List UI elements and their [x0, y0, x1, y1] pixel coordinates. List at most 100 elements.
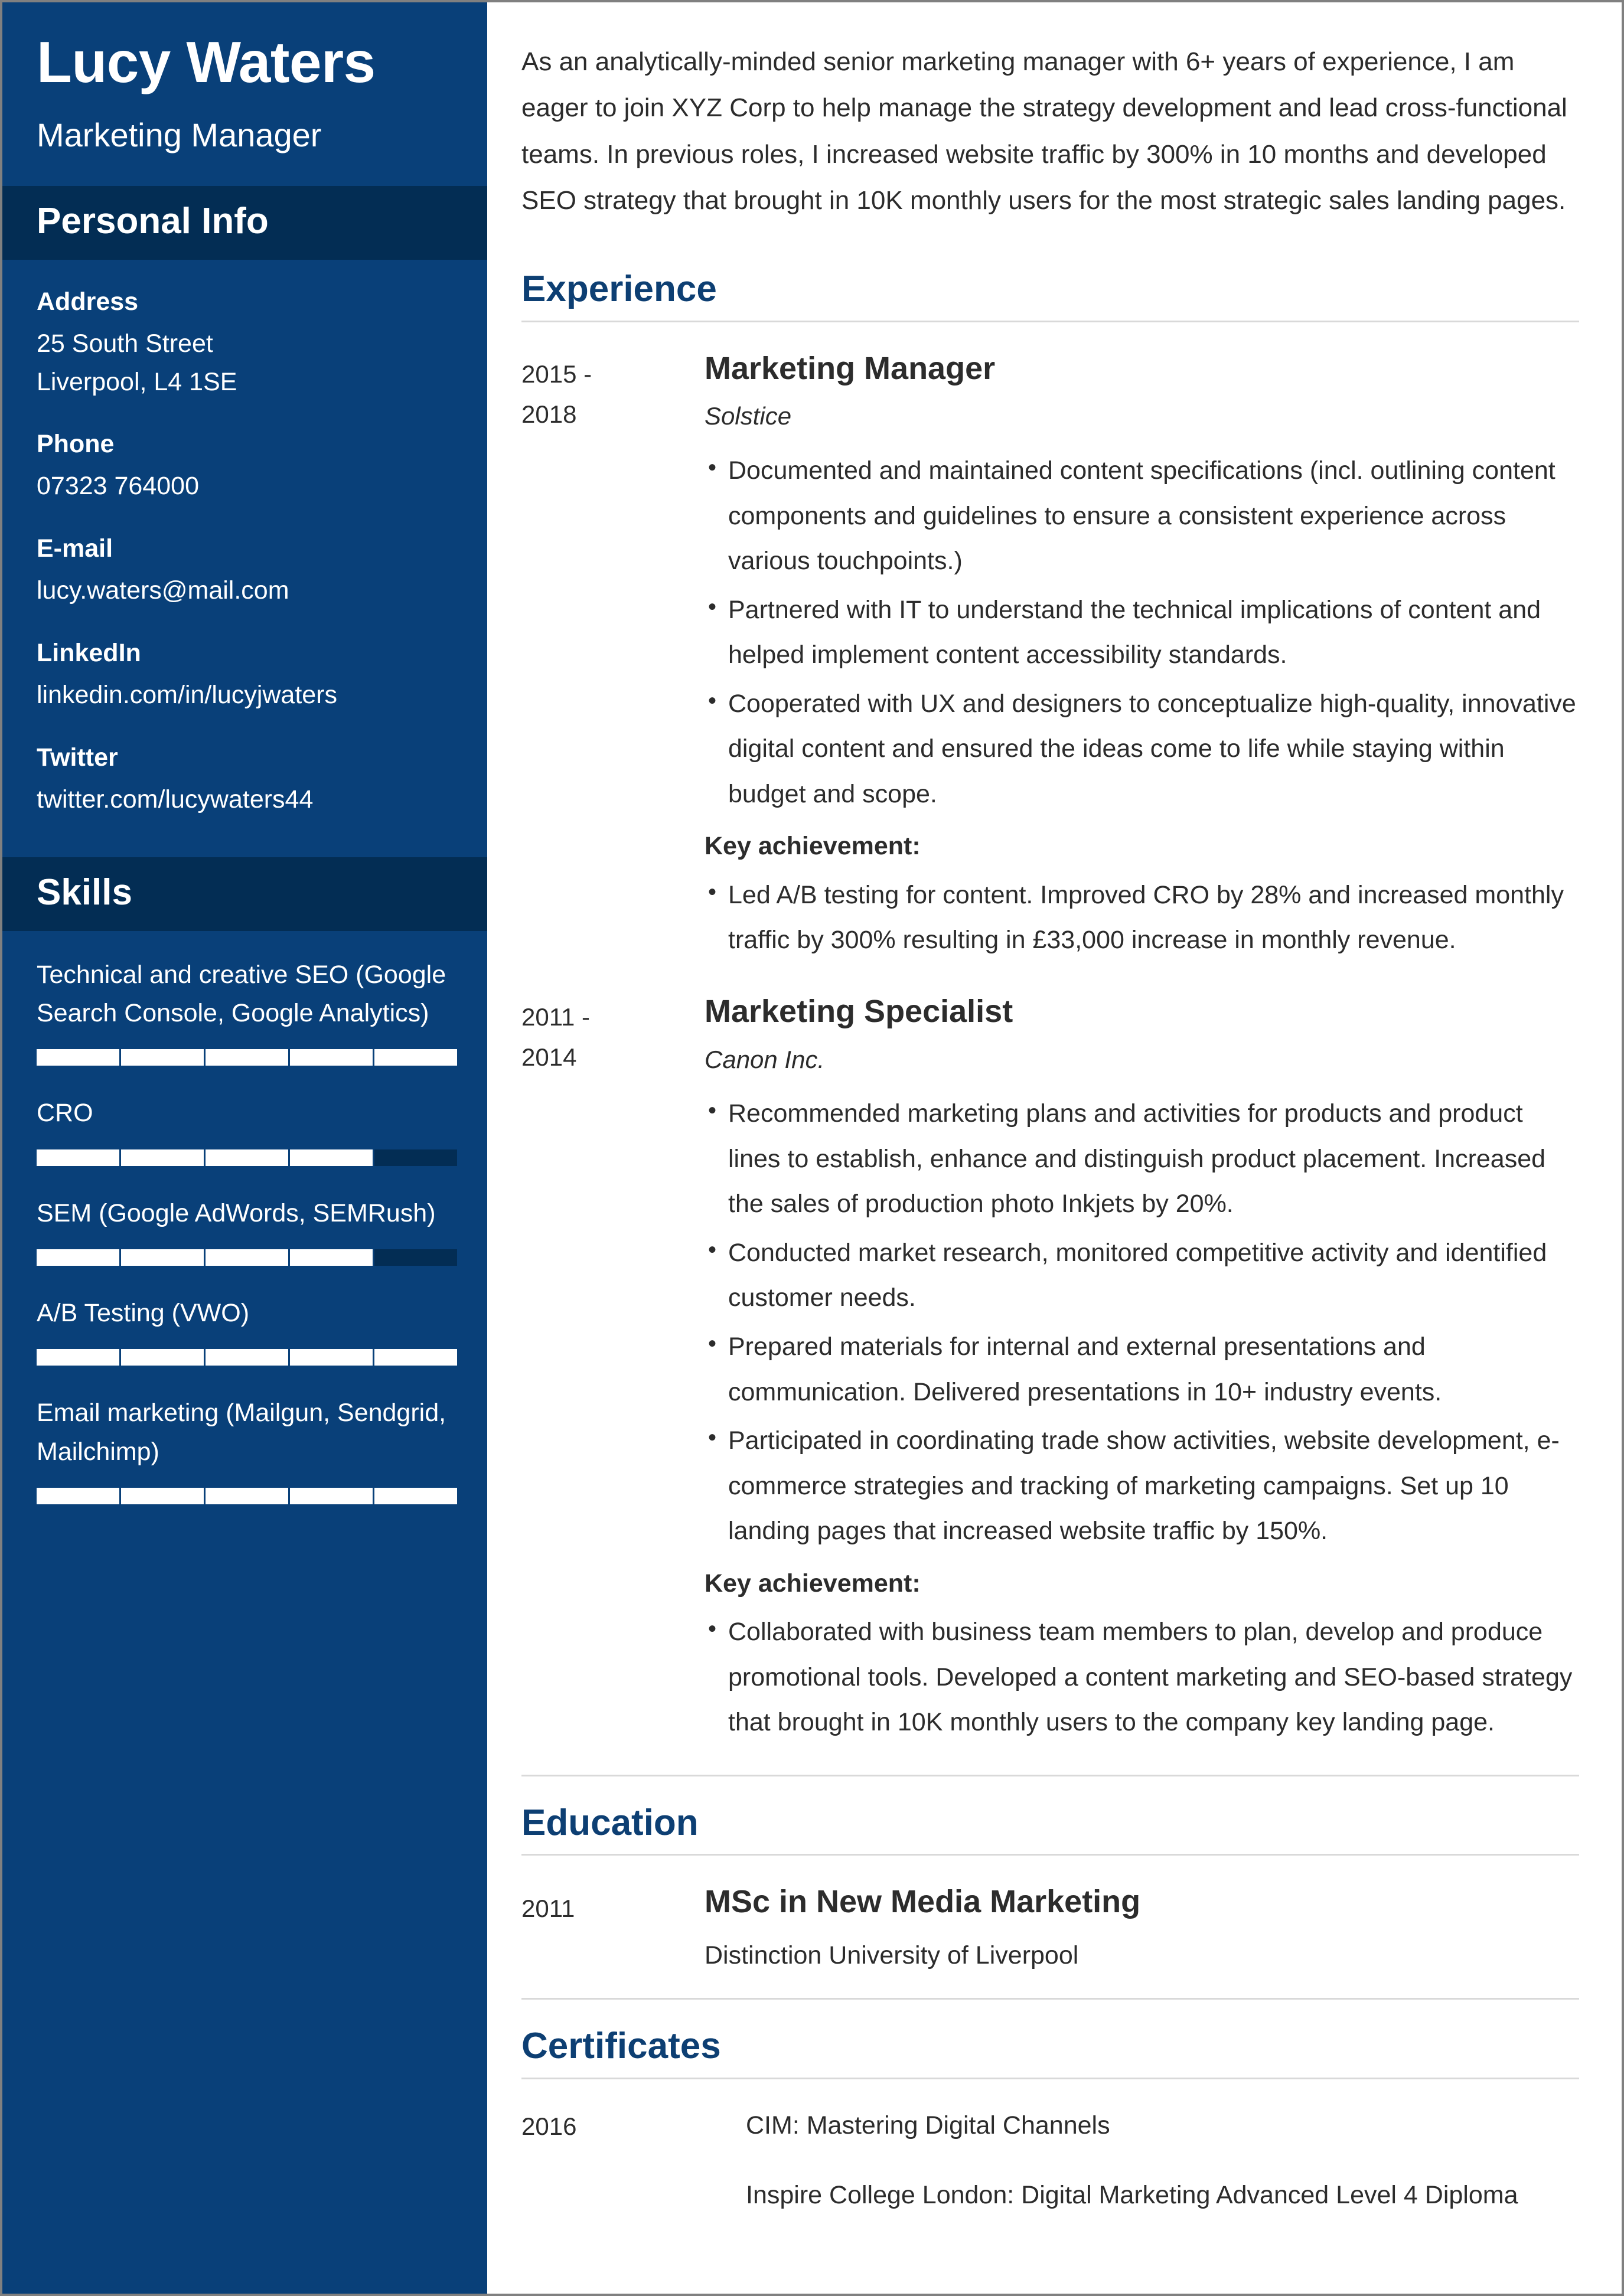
education-heading: Education	[521, 1802, 699, 1843]
skill-segment	[37, 1049, 119, 1066]
personal-info-heading: Personal Info	[37, 201, 269, 242]
key-achievement-label: Key achievement:	[705, 832, 921, 861]
contact-label-linkedin: LinkedIn	[37, 638, 141, 667]
skill-item: CRO	[37, 1094, 457, 1166]
divider	[521, 1774, 1579, 1776]
certificate-date: 2016	[521, 2112, 577, 2140]
date-end: 2014	[521, 1043, 577, 1071]
certificate-name: Inspire College London: Digital Marketin…	[746, 2181, 1518, 2210]
skills-header: Skills	[2, 857, 487, 931]
job-bullet: Conducted market research, monitored com…	[705, 1229, 1579, 1321]
experience-dates: 2015 - 2018	[521, 350, 705, 966]
experience-body: Marketing Manager Solstice Documented an…	[705, 350, 1579, 966]
contact-address: Address 25 South Street Liverpool, L4 1S…	[37, 283, 453, 401]
skill-level-bar	[37, 1349, 457, 1366]
skill-item: Email marketing (Mailgun, Sendgrid, Mail…	[37, 1394, 457, 1505]
skill-segment	[290, 1488, 373, 1505]
skill-segment	[121, 1488, 204, 1505]
experience-dates: 2011 - 2014	[521, 992, 705, 1749]
experience-heading: Experience	[521, 269, 717, 310]
skill-segment	[121, 1149, 204, 1166]
job-role: Marketing Specialist	[705, 993, 1013, 1029]
job-role: Marketing Manager	[705, 350, 996, 386]
key-achievement-label: Key achievement:	[705, 1569, 921, 1598]
personal-info-header: Personal Info	[2, 186, 487, 260]
full-name: Lucy Waters	[37, 30, 376, 94]
date-end: 2018	[521, 400, 577, 428]
education-body: MSc in New Media Marketing Distinction U…	[705, 1883, 1579, 1974]
divider	[521, 1998, 1579, 2000]
contact-label-email: E-mail	[37, 534, 113, 563]
contact-value-email[interactable]: lucy.waters@mail.com	[37, 571, 453, 610]
skill-segment	[290, 1249, 373, 1266]
skill-name: Technical and creative SEO (Google Searc…	[37, 960, 446, 1027]
skill-segment	[121, 1049, 204, 1066]
contact-value-twitter[interactable]: twitter.com/lucywaters44	[37, 780, 453, 819]
skill-item: Technical and creative SEO (Google Searc…	[37, 956, 457, 1066]
skill-segment	[37, 1249, 119, 1266]
skill-name: SEM (Google AdWords, SEMRush)	[37, 1198, 436, 1227]
skill-segment	[206, 1349, 288, 1366]
job-bullet: Recommended marketing plans and activiti…	[705, 1090, 1579, 1227]
contact-value-linkedin[interactable]: linkedin.com/in/lucyjwaters	[37, 676, 453, 714]
skill-level-bar	[37, 1249, 457, 1266]
contact-value-address: 25 South Street Liverpool, L4 1SE	[37, 325, 453, 401]
skill-segment	[290, 1149, 373, 1166]
job-title: Marketing Manager	[37, 116, 322, 153]
skill-segment	[206, 1249, 288, 1266]
divider	[521, 1854, 1579, 1856]
skill-segment	[206, 1049, 288, 1066]
identity-block: Lucy Waters Marketing Manager	[2, 2, 487, 186]
skill-name: Email marketing (Mailgun, Sendgrid, Mail…	[37, 1399, 446, 1466]
contact-label-twitter: Twitter	[37, 743, 118, 772]
job-bullet: Prepared materials for internal and exte…	[705, 1323, 1579, 1415]
certificate-name: CIM: Mastering Digital Channels	[746, 2111, 1110, 2140]
education-degree: MSc in New Media Marketing	[705, 1884, 1141, 1920]
address-line-2: Liverpool, L4 1SE	[37, 367, 237, 396]
education-entry: 2011 MSc in New Media Marketing Distinct…	[521, 1883, 1579, 1974]
contact-label-phone: Phone	[37, 430, 115, 458]
job-achievements: Led A/B testing for content. Improved CR…	[705, 871, 1579, 963]
skill-segment	[374, 1488, 457, 1505]
skill-level-bar	[37, 1049, 457, 1066]
skill-item: SEM (Google AdWords, SEMRush)	[37, 1194, 457, 1266]
skill-segment	[290, 1349, 373, 1366]
job-bullet: Cooperated with UX and designers to conc…	[705, 680, 1579, 817]
date-start: 2011 -	[521, 1002, 590, 1031]
main-content: As an analytically-minded senior marketi…	[487, 2, 1622, 2294]
education-school: Distinction University of Liverpool	[705, 1941, 1079, 1970]
skill-name: CRO	[37, 1099, 93, 1128]
job-company: Canon Inc.	[705, 1045, 825, 1073]
skill-segment	[121, 1349, 204, 1366]
date-start: 2015 -	[521, 360, 592, 388]
contact-value-phone[interactable]: 07323 764000	[37, 467, 453, 505]
certificate-entry: 2016 CIM: Mastering Digital Channels Ins…	[521, 2106, 1579, 2215]
certificates-section: Certificates 2016 CIM: Mastering Digital…	[521, 1998, 1579, 2214]
address-line-1: 25 South Street	[37, 329, 213, 358]
skill-segment	[37, 1149, 119, 1166]
personal-info-body: Address 25 South Street Liverpool, L4 1S…	[2, 260, 487, 858]
experience-entry: 2011 - 2014 Marketing Specialist Canon I…	[521, 992, 1579, 1749]
job-bullet: Documented and maintained content specif…	[705, 447, 1579, 584]
contact-linkedin: LinkedIn linkedin.com/in/lucyjwaters	[37, 635, 453, 714]
skill-segment	[206, 1488, 288, 1505]
contact-phone: Phone 07323 764000	[37, 426, 453, 505]
achievement-bullet: Collaborated with business team members …	[705, 1608, 1579, 1745]
skill-level-bar	[37, 1488, 457, 1505]
achievement-bullet: Led A/B testing for content. Improved CR…	[705, 871, 1579, 963]
certificate-body: CIM: Mastering Digital Channels Inspire …	[746, 2106, 1579, 2215]
experience-section: Experience 2015 - 2018 Marketing Manager…	[521, 269, 1579, 1749]
professional-summary: As an analytically-minded senior marketi…	[521, 47, 1567, 215]
skill-segment	[374, 1349, 457, 1366]
skill-name: A/B Testing (VWO)	[37, 1299, 250, 1327]
divider	[521, 2077, 1579, 2079]
divider	[521, 320, 1579, 322]
job-bullet: Participated in coordinating trade show …	[705, 1417, 1579, 1554]
skill-segment	[37, 1488, 119, 1505]
job-bullets: Documented and maintained content specif…	[705, 447, 1579, 817]
experience-entry: 2015 - 2018 Marketing Manager Solstice D…	[521, 350, 1579, 966]
job-bullet: Partnered with IT to understand the tech…	[705, 586, 1579, 678]
skill-item: A/B Testing (VWO)	[37, 1294, 457, 1366]
skill-segment	[37, 1349, 119, 1366]
skill-segment	[374, 1049, 457, 1066]
